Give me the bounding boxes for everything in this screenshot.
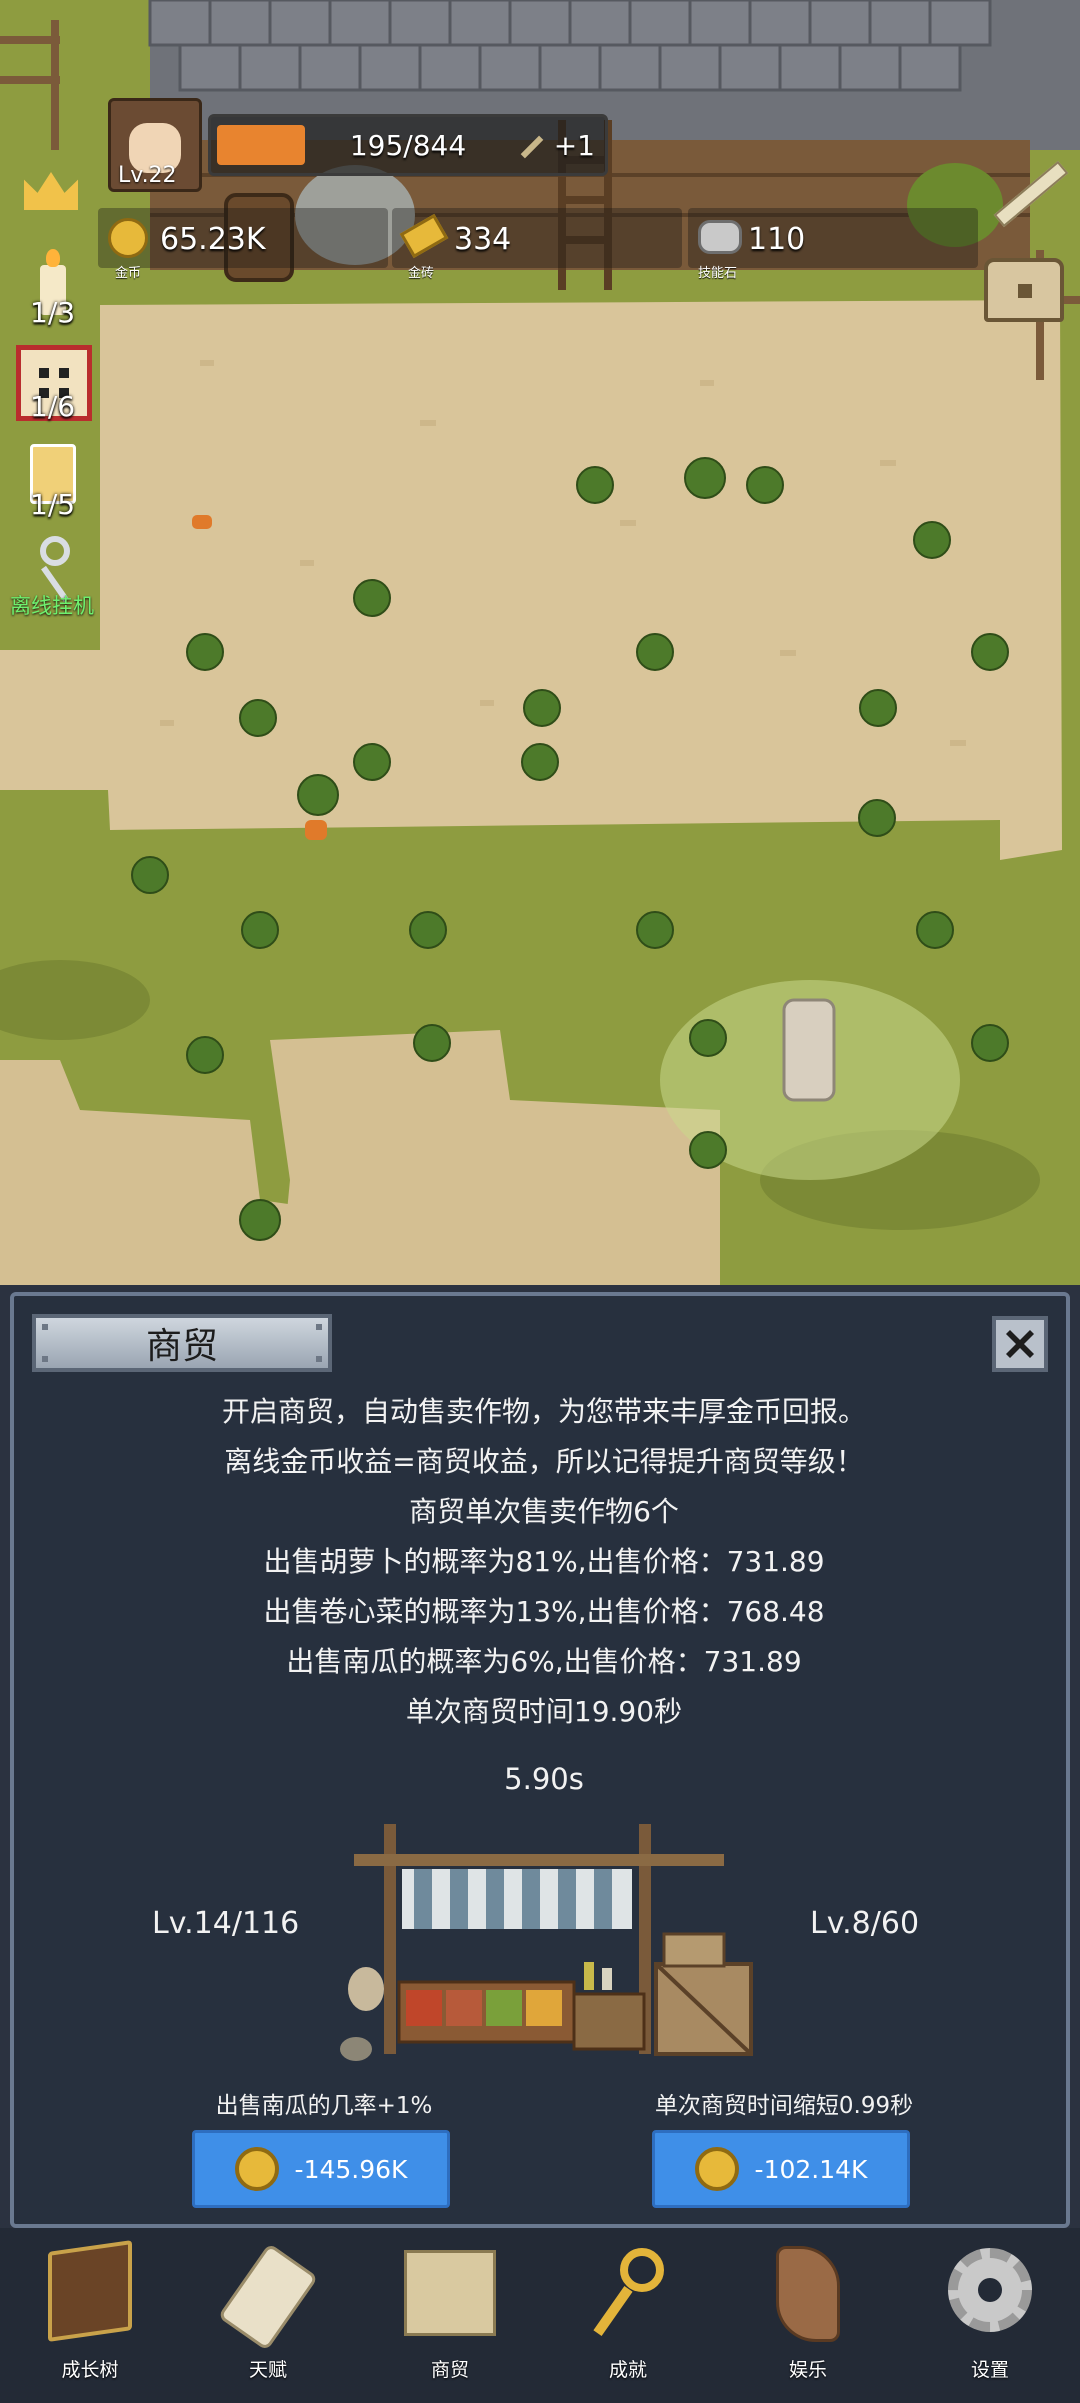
gold-coin-icon bbox=[234, 2147, 279, 2191]
nav-entertainment[interactable]: 娱乐 bbox=[748, 2240, 868, 2390]
gold-coin-icon bbox=[108, 218, 148, 258]
gold-value: 65.23K bbox=[160, 222, 266, 257]
nav-label: 商贸 bbox=[430, 2359, 469, 2381]
nav-label: 天赋 bbox=[248, 2359, 287, 2381]
trade-panel: 商贸 开启商贸，自动售卖作物，为您带来丰厚金币回报。 离线金币收益=商贸收益，所… bbox=[10, 1292, 1070, 2228]
gold-label: 金币 bbox=[115, 266, 142, 281]
treasure-chest-icon bbox=[984, 258, 1064, 322]
nav-trade[interactable]: 商贸 bbox=[390, 2240, 510, 2390]
bottom-nav bbox=[0, 2228, 1080, 2403]
info-line-6: 出售南瓜的概率为6%,出售价格：731.89 bbox=[286, 1645, 802, 1678]
left-upgrade-label: 出售南瓜的几率+1% bbox=[215, 2093, 433, 2119]
left-upgrade-cost: -145.96K bbox=[294, 2154, 408, 2184]
xp-bar: 195/844 +1 bbox=[208, 114, 608, 176]
panel-title: 商贸 bbox=[145, 1326, 218, 1367]
nav-talent[interactable]: 天赋 bbox=[208, 2240, 328, 2390]
right-level: Lv.8/60 bbox=[810, 1906, 920, 1941]
right-upgrade-cost: -102.14K bbox=[754, 2154, 868, 2184]
nav-settings[interactable]: 设置 bbox=[930, 2240, 1050, 2390]
info-line-7: 单次商贸时间19.90秒 bbox=[405, 1695, 683, 1728]
gear-icon bbox=[948, 2248, 1032, 2332]
key-icon bbox=[40, 536, 70, 566]
right-upgrade-label: 单次商贸时间缩短0.99秒 bbox=[654, 2093, 914, 2119]
xp-bonus: +1 bbox=[519, 129, 595, 162]
wand-button[interactable] bbox=[985, 150, 1069, 230]
skill-stone-label: 技能石 bbox=[698, 266, 738, 281]
nav-achievement[interactable]: 成就 bbox=[568, 2240, 688, 2390]
nav-label: 娱乐 bbox=[788, 2359, 827, 2381]
treasure-chest-button[interactable] bbox=[980, 250, 1070, 330]
key-shaft bbox=[593, 2286, 633, 2336]
skill-stone-icon bbox=[698, 220, 742, 254]
info-line-3: 商贸单次售卖作物6个 bbox=[409, 1495, 679, 1528]
skill-stone-value: 110 bbox=[748, 222, 806, 257]
nav-label: 成长树 bbox=[61, 2359, 119, 2381]
flame-icon bbox=[46, 249, 60, 267]
nav-growth-tree[interactable]: 成长树 bbox=[30, 2240, 150, 2390]
golden-key-icon bbox=[620, 2248, 664, 2292]
nav-label: 设置 bbox=[970, 2359, 1009, 2381]
dice-count: 1/6 bbox=[30, 390, 76, 423]
xp-bonus-text: +1 bbox=[553, 129, 595, 162]
nav-label: 成就 bbox=[608, 2359, 647, 2381]
leaf-icon bbox=[776, 2246, 840, 2342]
left-upgrade-button[interactable]: -145.96K bbox=[192, 2130, 450, 2208]
wand-icon-large bbox=[993, 160, 1069, 228]
left-level: Lv.14/116 bbox=[152, 1906, 300, 1941]
gold-coin-icon bbox=[694, 2147, 739, 2191]
right-upgrade-button[interactable]: -102.14K bbox=[652, 2130, 910, 2208]
dice-icon bbox=[39, 368, 49, 378]
player-level: Lv.22 bbox=[118, 163, 177, 188]
book-icon bbox=[48, 2240, 132, 2342]
scroll-icon bbox=[217, 2242, 319, 2352]
drink-count: 1/5 bbox=[30, 488, 76, 521]
info-line-2: 离线金币收益=商贸收益，所以记得提升商贸等级！ bbox=[224, 1445, 864, 1478]
crown-icon bbox=[24, 172, 78, 210]
market-stall bbox=[340, 1824, 753, 2061]
gold-bar-label: 金砖 bbox=[408, 266, 435, 281]
wand-icon bbox=[520, 135, 544, 159]
candle-count: 1/3 bbox=[30, 296, 76, 329]
farm-scene bbox=[0, 0, 1080, 1285]
gold-bar-value: 334 bbox=[454, 222, 512, 257]
map-icon bbox=[404, 2250, 496, 2336]
info-line-1: 开启商贸，自动售卖作物，为您带来丰厚金币回报。 bbox=[221, 1395, 866, 1428]
game-world[interactable]: Lv.22 195/844 +1 65.23K 金币 334 金砖 110 技能… bbox=[0, 0, 1080, 1285]
close-button[interactable] bbox=[992, 1316, 1048, 1372]
close-icon bbox=[1006, 1330, 1034, 1358]
info-line-5: 出售卷心菜的概率为13%,出售价格：768.48 bbox=[263, 1595, 825, 1628]
crown-button[interactable] bbox=[20, 158, 82, 220]
afk-label: 离线挂机 bbox=[10, 594, 94, 618]
trade-timer: 5.90s bbox=[504, 1762, 584, 1796]
panel-title-bar: 商贸 bbox=[32, 1314, 332, 1372]
info-line-4: 出售胡萝卜的概率为81%,出售价格：731.89 bbox=[263, 1545, 825, 1578]
